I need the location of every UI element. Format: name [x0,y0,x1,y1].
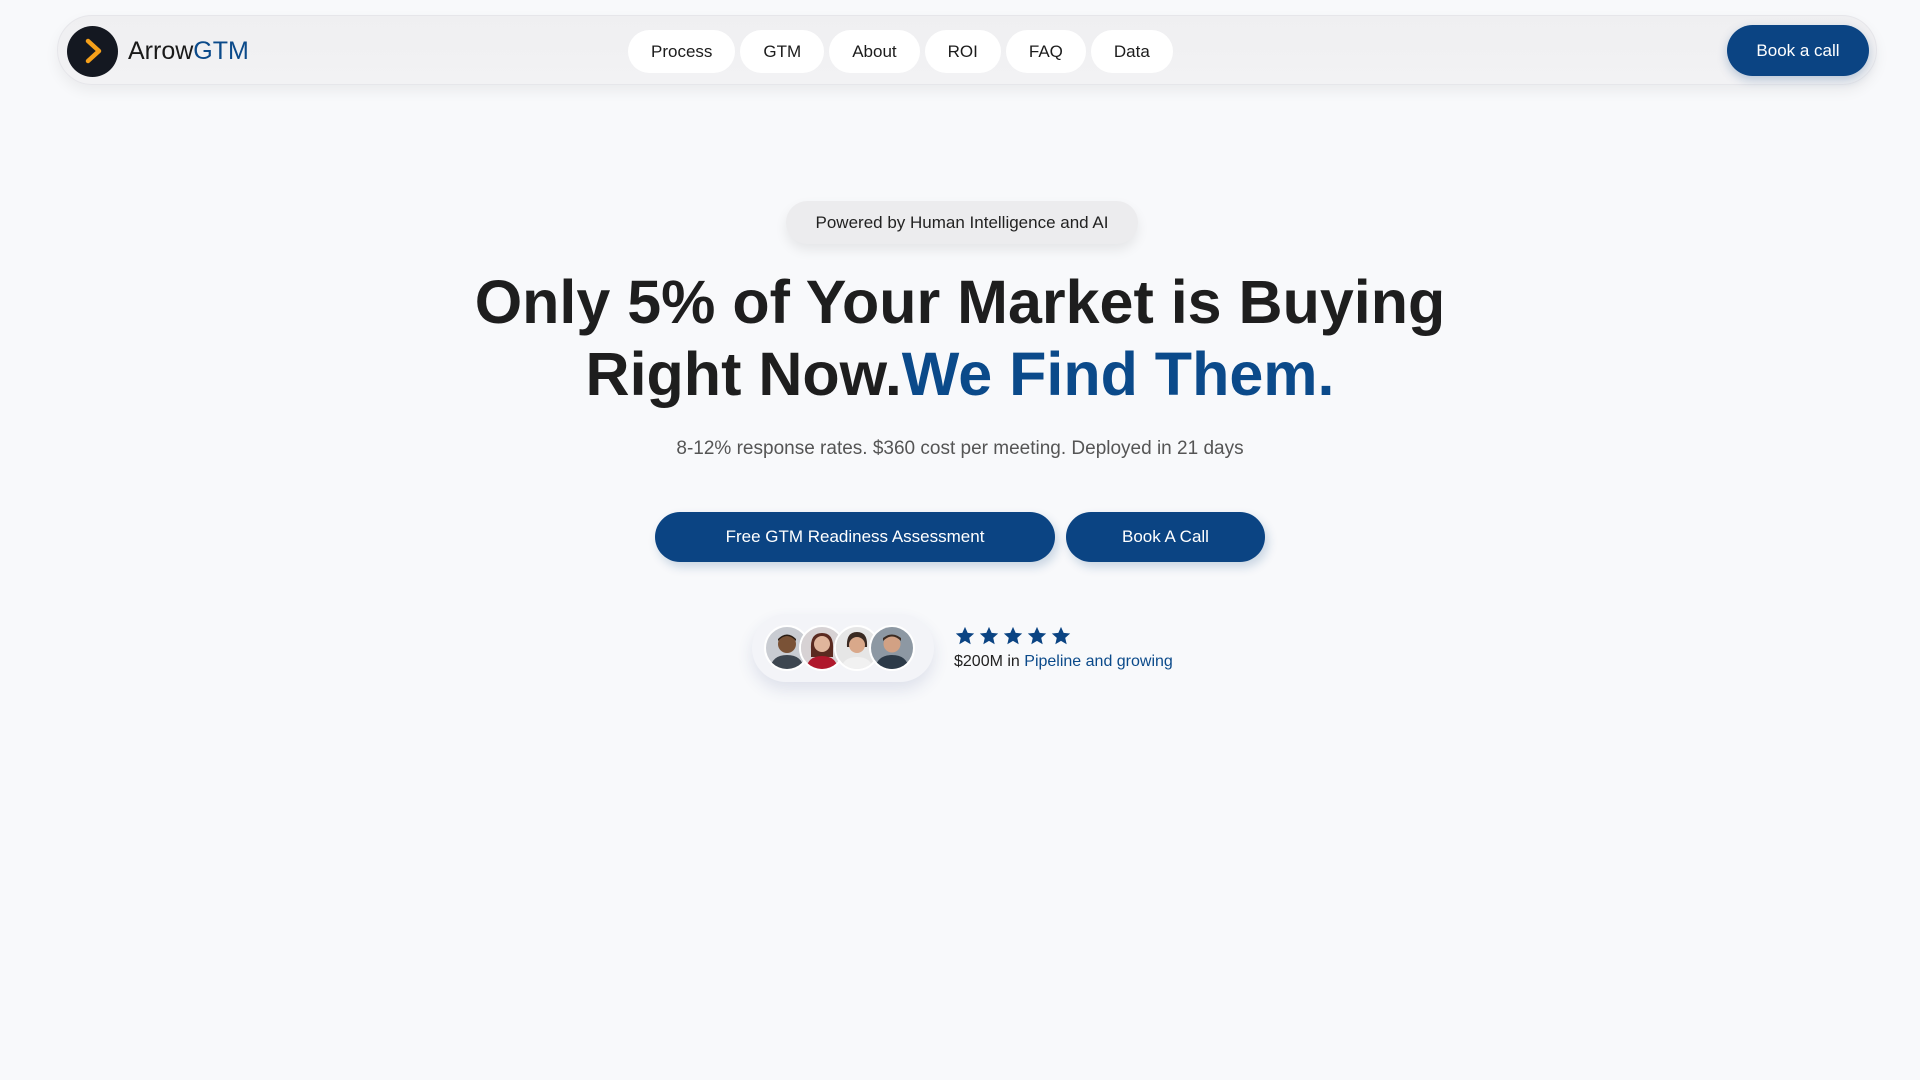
star-icon [1051,626,1071,645]
star-icon [955,626,975,645]
headline-line-1: Only 5% of Your Market is Buying [474,268,1446,336]
hero-headline: Only 5% of Your Market is Buying Right N… [0,266,1920,410]
brand-name-suffix: GTM [193,36,249,65]
pipeline-amount: $200M in [954,653,1025,670]
book-call-button[interactable]: Book a call [1727,25,1869,76]
gtm-assessment-button[interactable]: Free GTM Readiness Assessment [655,512,1055,562]
avatar-man-2 [869,625,915,671]
brand-logo[interactable]: ArrowGTM [67,25,249,77]
star-icon [979,626,999,645]
chevron-right-icon [67,25,118,77]
book-a-call-button[interactable]: Book A Call [1066,512,1265,562]
nav-item-roi[interactable]: ROI [924,30,1001,73]
hero-cta-group: Free GTM Readiness Assessment Book A Cal… [655,512,1265,562]
headline-line-2: Right Now. [585,340,902,408]
nav-item-about[interactable]: About [829,30,920,73]
star-icon [1027,626,1047,645]
nav-item-gtm[interactable]: GTM [740,30,825,73]
star-icon [1003,626,1023,645]
nav-item-process[interactable]: Process [628,30,736,73]
brand-name: ArrowGTM [128,37,249,66]
hero-subheadline: 8-12% response rates. $360 cost per meet… [676,438,1244,459]
pipeline-highlight: Pipeline and growing [1024,653,1173,670]
nav-item-faq[interactable]: FAQ [1005,30,1086,73]
rating-block: $200M in Pipeline and growing [954,625,1173,671]
avatar-stack [752,614,934,682]
five-star-rating [954,625,1173,647]
nav-menu: Process GTM About ROI FAQ Data [628,30,1173,73]
brand-name-prefix: Arrow [128,36,194,65]
top-navigation-bar: ArrowGTM Process GTM About ROI FAQ Data … [57,15,1877,85]
pipeline-stat: $200M in Pipeline and growing [954,653,1173,671]
nav-item-data[interactable]: Data [1090,30,1173,73]
powered-by-badge: Powered by Human Intelligence and AI [786,201,1138,244]
social-proof: $200M in Pipeline and growing [752,614,1173,682]
headline-highlight: We Find Them. [901,340,1335,408]
